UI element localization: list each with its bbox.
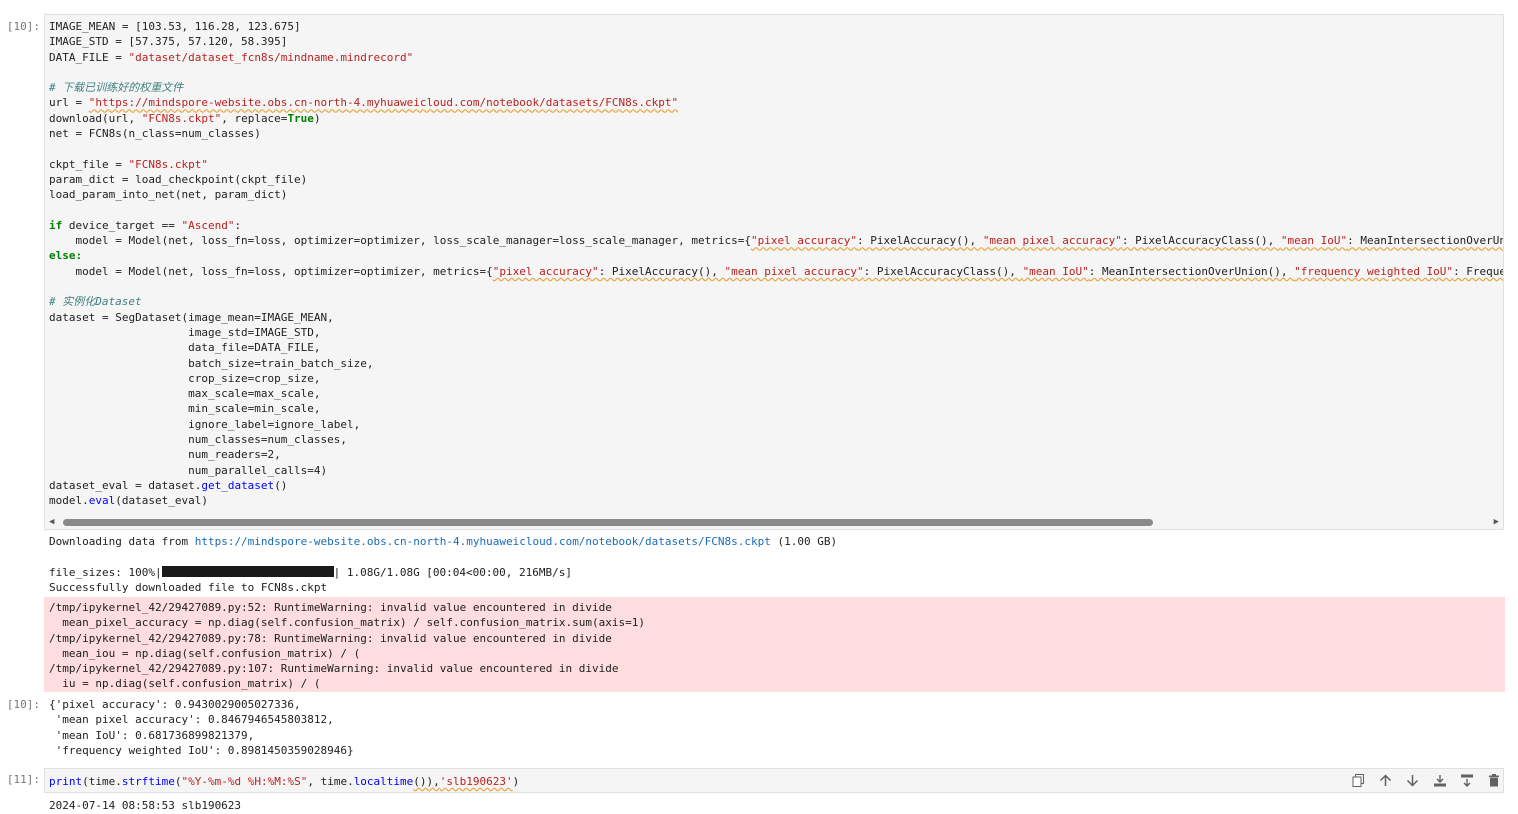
insert-above-icon[interactable]	[1429, 772, 1450, 789]
cell-10-result: {'pixel accuracy': 0.9430029005027336, '…	[44, 697, 1505, 758]
code-line: IMAGE_STD = [57.375, 57.120, 58.395]	[49, 35, 288, 49]
code-line: else:	[49, 249, 83, 263]
arrow-down-icon[interactable]	[1402, 772, 1423, 789]
delete-icon[interactable]	[1483, 772, 1504, 789]
warning-line: /tmp/ipykernel_42/29427089.py:107: Runti…	[49, 662, 619, 676]
code-line: data_file=DATA_FILE,	[49, 341, 321, 355]
result-line: {'pixel accuracy': 0.9430029005027336,	[49, 698, 301, 711]
warning-line: /tmp/ipykernel_42/29427089.py:52: Runtim…	[49, 601, 612, 614]
result-line: 'mean pixel accuracy': 0.846794654580381…	[49, 713, 334, 727]
code-line: num_classes=num_classes,	[49, 433, 348, 447]
code-line: url = "https://mindspore-website.obs.cn-…	[49, 96, 679, 110]
code-line: crop_size=crop_size,	[49, 371, 321, 385]
cell-11-prompt: [11]:	[6, 773, 40, 786]
cell-10-prompt: [10]:	[6, 20, 40, 33]
code-cell-11[interactable]: print(time.strftime("%Y-%m-%d %H:%M:%S",…	[44, 768, 1504, 793]
code-line: dataset_eval = dataset.get_dataset()	[49, 478, 288, 492]
cell-10-stderr: /tmp/ipykernel_42/29427089.py:52: Runtim…	[44, 597, 1505, 692]
code-editor[interactable]: print(time.strftime("%Y-%m-%d %H:%M:%S",…	[49, 774, 519, 789]
code-line: load_param_into_net(net, param_dict)	[49, 188, 288, 202]
code-line: download(url, "FCN8s.ckpt", replace=True…	[49, 111, 321, 125]
code-line: IMAGE_MEAN = [103.53, 116.28, 123.675]	[49, 20, 301, 33]
result-line: 'mean IoU': 0.681736899821379,	[49, 728, 255, 742]
code-line: model.eval(dataset_eval)	[49, 494, 208, 508]
code-line: num_readers=2,	[49, 448, 281, 462]
result-line: 'frequency weighted IoU': 0.898145035902…	[49, 743, 354, 757]
code-line: model = Model(net, loss_fn=loss, optimiz…	[49, 234, 1503, 248]
code-comment: # 下载已训练好的权重文件	[49, 81, 184, 95]
code-editor[interactable]: IMAGE_MEAN = [103.53, 116.28, 123.675] I…	[49, 19, 1504, 509]
code-line: model = Model(net, loss_fn=loss, optimiz…	[49, 264, 1504, 278]
arrow-up-icon[interactable]	[1375, 772, 1396, 789]
code-line: num_parallel_calls=4)	[49, 463, 328, 477]
scroll-left-icon[interactable]: ◀	[49, 517, 54, 527]
cell-10-stdout: Downloading data from https://mindspore-…	[49, 535, 838, 594]
warning-line: iu = np.diag(self.confusion_matrix) / (	[49, 677, 321, 691]
code-line: image_std=IMAGE_STD,	[49, 325, 321, 339]
cell-toolbar	[1348, 772, 1504, 789]
duplicate-icon[interactable]	[1348, 772, 1369, 789]
cell-10-result-prompt: [10]:	[6, 698, 40, 711]
warning-line: mean_iou = np.diag(self.confusion_matrix…	[49, 646, 361, 660]
code-line: DATA_FILE = "dataset/dataset_fcn8s/mindn…	[49, 50, 414, 64]
code-line: if device_target == "Ascend":	[49, 218, 242, 232]
warning-line: mean_pixel_accuracy = np.diag(self.confu…	[49, 616, 646, 630]
code-line: net = FCN8s(n_class=num_classes)	[49, 127, 261, 141]
code-cell-10[interactable]: IMAGE_MEAN = [103.53, 116.28, 123.675] I…	[44, 14, 1504, 530]
cell-11-output: 2024-07-14 08:58:53 slb190623	[49, 799, 242, 812]
code-line: dataset = SegDataset(image_mean=IMAGE_ME…	[49, 310, 334, 324]
code-line: batch_size=train_batch_size,	[49, 356, 374, 370]
code-line: max_scale=max_scale,	[49, 387, 321, 401]
code-comment: # 实例化Dataset	[49, 295, 142, 309]
scrollbar-thumb[interactable]	[63, 519, 1153, 526]
warning-line: /tmp/ipykernel_42/29427089.py:78: Runtim…	[49, 631, 612, 645]
horizontal-scrollbar[interactable]: ◀ ▶	[45, 515, 1503, 529]
code-line: ignore_label=ignore_label,	[49, 417, 361, 431]
progress-bar	[161, 565, 334, 577]
download-url-link[interactable]: https://mindspore-website.obs.cn-north-4…	[195, 535, 771, 548]
insert-below-icon[interactable]	[1456, 772, 1477, 789]
code-line: min_scale=min_scale,	[49, 402, 321, 416]
scroll-right-icon[interactable]: ▶	[1494, 517, 1499, 527]
code-line: ckpt_file = "FCN8s.ckpt"	[49, 157, 208, 171]
code-line: param_dict = load_checkpoint(ckpt_file)	[49, 172, 308, 186]
